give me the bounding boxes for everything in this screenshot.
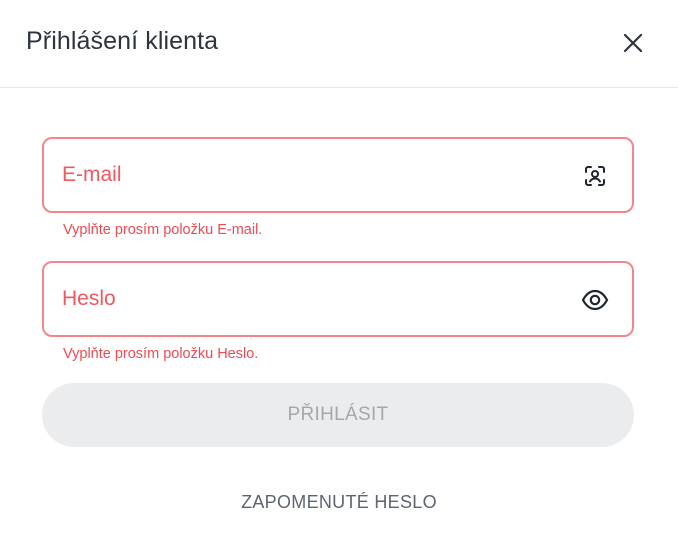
eye-icon	[581, 289, 609, 311]
forgot-password-link[interactable]: ZAPOMENUTÉ HESLO	[0, 492, 678, 513]
login-dialog: Přihlášení klienta Vyplňte prosím položk…	[0, 0, 678, 556]
login-button[interactable]: PŘIHLÁSIT	[42, 383, 634, 447]
password-input[interactable]	[62, 263, 562, 335]
email-input[interactable]	[62, 139, 562, 211]
close-icon	[623, 33, 643, 53]
face-scan-button[interactable]	[580, 161, 610, 191]
dialog-header: Přihlášení klienta	[0, 0, 678, 88]
face-scan-icon	[585, 166, 605, 186]
dialog-title: Přihlášení klienta	[26, 27, 219, 55]
email-error-message: Vyplňte prosím položku E-mail.	[63, 222, 263, 238]
email-field	[42, 137, 634, 213]
close-button[interactable]	[618, 28, 648, 58]
password-field	[42, 261, 634, 337]
password-error-message: Vyplňte prosím položku Heslo.	[63, 346, 259, 362]
toggle-password-visibility-button[interactable]	[580, 285, 610, 315]
